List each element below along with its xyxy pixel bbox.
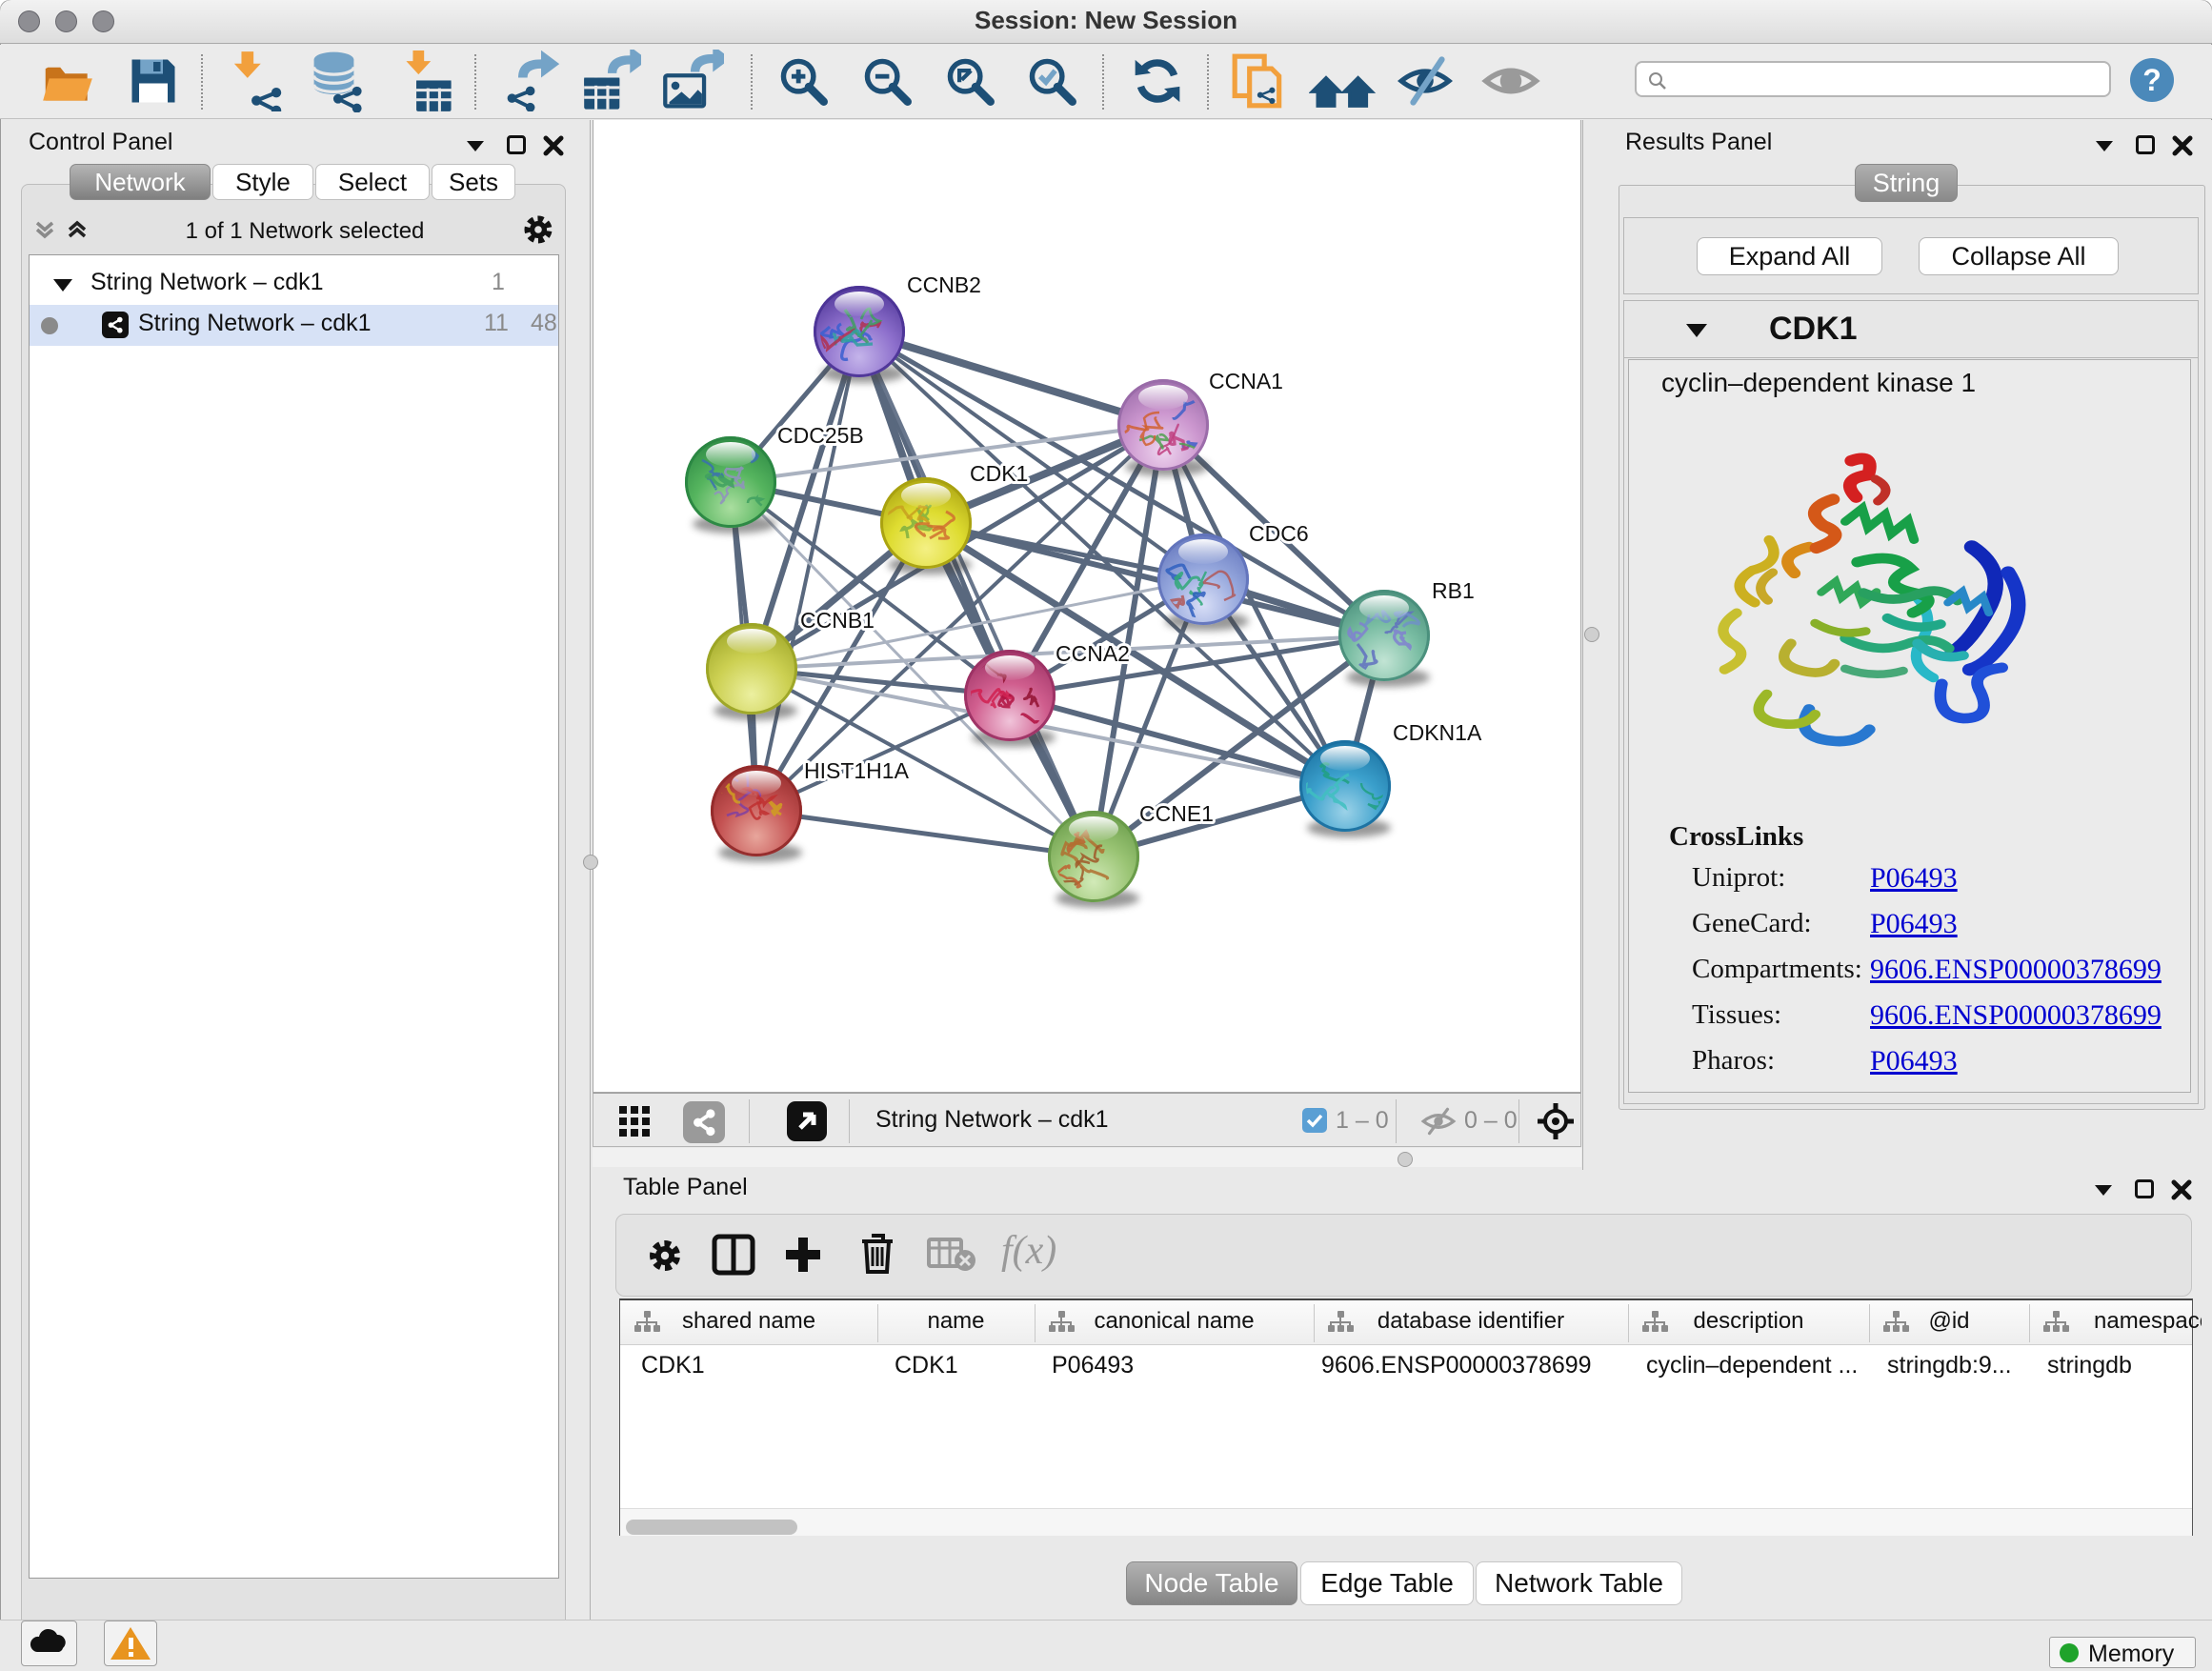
svg-text:CDC25B: CDC25B xyxy=(777,423,864,448)
svg-text:CCNA2: CCNA2 xyxy=(1056,641,1130,666)
svg-text:CCNB1: CCNB1 xyxy=(800,608,875,633)
svg-text:CCNB2: CCNB2 xyxy=(907,272,981,297)
svg-text:RB1: RB1 xyxy=(1432,578,1475,603)
svg-text:CDKN1A: CDKN1A xyxy=(1393,720,1482,745)
svg-text:CDK1: CDK1 xyxy=(970,461,1028,486)
svg-text:CCNE1: CCNE1 xyxy=(1139,801,1214,826)
svg-text:HIST1H1A: HIST1H1A xyxy=(804,758,910,783)
svg-text:CDC6: CDC6 xyxy=(1249,521,1309,546)
svg-text:CCNA1: CCNA1 xyxy=(1209,369,1283,393)
